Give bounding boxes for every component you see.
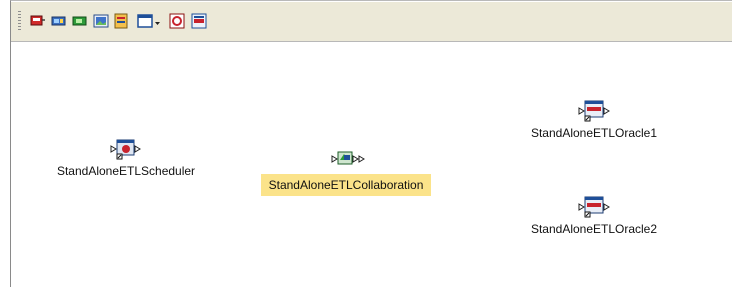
image-icon[interactable] (93, 13, 109, 29)
properties-icon[interactable] (113, 13, 129, 29)
node-label: StandAloneETLOracle2 (530, 222, 658, 236)
oracle-db-icon (574, 195, 614, 219)
node-label-selected: StandAloneETLCollaboration (260, 174, 432, 196)
node-collaboration[interactable]: StandAloneETLCollaboration (243, 147, 449, 196)
window-dropdown-icon[interactable] (137, 13, 161, 29)
editor-frame: StandAloneETLScheduler StandAloneETLColl… (10, 0, 732, 287)
toolbar-grip[interactable] (18, 11, 21, 31)
node-scheduler[interactable]: StandAloneETLScheduler (49, 137, 203, 178)
oracle-db-icon (574, 99, 614, 123)
node-oracle1[interactable]: StandAloneETLOracle1 (511, 99, 677, 140)
add-component-icon[interactable] (30, 13, 46, 29)
node-oracle2[interactable]: StandAloneETLOracle2 (511, 195, 677, 236)
link-icon[interactable] (72, 13, 88, 29)
oracle-icon[interactable] (191, 13, 207, 29)
toolbar (11, 1, 732, 42)
connect-icon[interactable] (51, 13, 67, 29)
run-icon[interactable] (169, 13, 185, 29)
collaboration-icon (326, 147, 366, 171)
node-label: StandAloneETLOracle1 (530, 126, 658, 140)
scheduler-icon (106, 137, 146, 161)
node-label: StandAloneETLScheduler (56, 164, 196, 178)
